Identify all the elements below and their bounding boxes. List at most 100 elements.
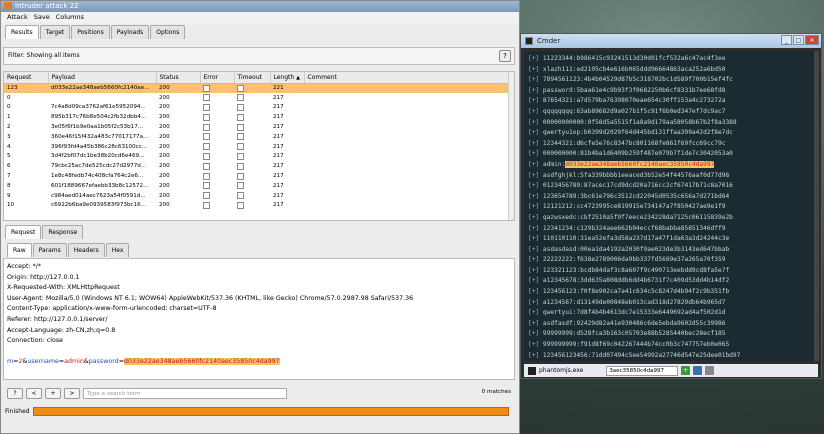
intruder-window: Intruder attack 22 Attack Save Columns R… [0, 0, 520, 434]
cell-request: 0 [7, 94, 11, 101]
col-length[interactable]: Length ▲ [270, 72, 305, 84]
col-timeout[interactable]: Timeout [234, 72, 271, 84]
close-icon[interactable]: ✕ [805, 35, 819, 45]
cell-error [200, 201, 234, 211]
menu-icon[interactable] [693, 366, 703, 375]
console-line: [+] 7894561123:4b4b04529d87b5c318702bc1d… [528, 75, 810, 86]
tab-response[interactable]: Response [42, 225, 84, 239]
console-line: [+] 000000000:81b4ba1d6409b259f487e079b7… [528, 149, 810, 160]
console-line: [+] 00000000000:0f58d5a5515f1a8a9d179aa5… [528, 118, 810, 129]
table-row[interactable]: 0 200 217 [4, 93, 514, 103]
filter-bar[interactable]: Filter: Showing all items ? [3, 47, 515, 65]
table-row[interactable]: 10 c6922b6ba9e0939583f973bc16... 200 217 [4, 201, 514, 211]
cell-length: 217 [273, 192, 284, 199]
tab-params[interactable]: Params [32, 243, 67, 257]
table-row[interactable]: 123 d033e22ae348aeb5660fc2140ae... 200 221 [4, 83, 514, 93]
reqresp-tabs: Request Response [5, 225, 84, 239]
tab-request[interactable]: Request [5, 225, 42, 239]
cell-request: 8 [7, 182, 11, 189]
console-line: [+] 123456123456:71dd07494c5ee54992a2774… [528, 351, 810, 361]
tab-raw[interactable]: Raw [7, 243, 32, 257]
match-count: 0 matches [481, 389, 511, 395]
tab-headers[interactable]: Headers [67, 243, 105, 257]
cell-timeout [234, 191, 270, 201]
console-line: [+] 22222222:f638e2789006da9bb337fd5689e… [528, 255, 810, 266]
credential-entry: asdfasdf:92429d82a41e930486c6de5ebda9602… [542, 319, 726, 327]
cell-error [200, 191, 234, 201]
new-tab-icon[interactable]: + [681, 366, 691, 375]
cell-length: 217 [273, 173, 284, 180]
credential-entry: qwertyui:7d8f4b4b4613dc7e15333e6449692ad… [542, 309, 726, 317]
tab-hex[interactable]: Hex [105, 243, 130, 257]
table-row[interactable]: 2 3e05f6f1b9e0aa1b05f2c53b17... 200 217 [4, 122, 514, 132]
cmder-logo-icon [525, 37, 533, 45]
request-editor[interactable]: Accept: */* Origin: http://127.0.0.1 X-R… [3, 258, 515, 380]
table-row[interactable]: 0 7c4a8d09ca3762af61e5952094... 200 217 [4, 103, 514, 113]
checkbox [237, 152, 244, 160]
prompt-marker: [+] [528, 266, 540, 274]
cell-comment [304, 201, 514, 211]
table-row[interactable]: 5 3d4f2bf07dc1be38b20cd6e469... 200 217 [4, 152, 514, 162]
col-status[interactable]: Status [156, 72, 201, 84]
tab-target[interactable]: Target [39, 25, 71, 39]
match-highlight: d033e22ae348aeb5660fc2140aec35850c4da997 [565, 160, 715, 168]
col-error[interactable]: Error [200, 72, 235, 84]
help-icon[interactable]: ? [499, 50, 511, 62]
menu-attack[interactable]: Attack [7, 12, 28, 23]
results-table: Request Payload Status Error Timeout Len… [3, 71, 515, 221]
console-output[interactable]: [+] 11223344:b986415c93241513d30d01fcf53… [524, 51, 814, 361]
add-button[interactable]: + [45, 387, 61, 399]
cell-status: 200 [159, 104, 170, 111]
table-row[interactable]: 8 601f1889667efaebb33b8c12572... 200 217 [4, 181, 514, 191]
table-row[interactable]: 3 360e46f15f432a483c77017177a... 200 217 [4, 132, 514, 142]
credential-entry: 22222222:f638e2789006da9bb337fd5689e37a2… [542, 256, 726, 264]
header-line: Referer: http://127.0.0.1/server/ [7, 315, 108, 323]
cell-timeout [234, 83, 270, 93]
table-row[interactable]: 9 c984aed014aec7623a54f0591d... 200 217 [4, 191, 514, 201]
tab-options[interactable]: Options [150, 25, 186, 39]
console-line: [+] asdasdasd:00ea1da4192a2030f9ae023de3… [528, 245, 810, 256]
tab-positions[interactable]: Positions [71, 25, 110, 39]
prev-button[interactable]: < [26, 387, 42, 399]
cell-timeout [234, 161, 270, 171]
cell-status: 200 [159, 94, 170, 101]
minimize-icon[interactable]: _ [781, 35, 792, 45]
cell-timeout [234, 93, 270, 103]
search-input[interactable]: Type a search term [83, 387, 287, 399]
cell-status: 200 [159, 124, 170, 131]
tab-results[interactable]: Results [5, 25, 39, 39]
settings-icon[interactable] [705, 366, 715, 375]
maximize-icon[interactable]: □ [793, 35, 804, 45]
console-line: [+] 0123456789:87acec17cd9dcd20a716cc2cf… [528, 181, 810, 192]
prompt-marker: [+] [528, 288, 540, 296]
credential-entry: a12345678:3dd635a808ddb6dd4b6731f7c409d5… [542, 277, 730, 285]
cell-payload: 79cbc25ac7de525cdc27d2977d... [51, 163, 147, 170]
cell-comment [304, 122, 514, 132]
cell-length: 217 [273, 124, 284, 131]
tab-payloads[interactable]: Payloads [110, 25, 150, 39]
menu-save[interactable]: Save [34, 12, 50, 23]
prompt-marker: [+] [528, 171, 540, 179]
cell-request: 7 [7, 173, 11, 180]
checkbox [203, 182, 210, 190]
cell-timeout [234, 103, 270, 113]
col-comment[interactable]: Comment [304, 72, 514, 84]
table-row[interactable]: 6 79cbc25ac7de525cdc27d2977d... 200 217 [4, 161, 514, 171]
table-row[interactable]: 4 396f93fd4a45b386c28c63100cc... 200 217 [4, 142, 514, 152]
col-payload[interactable]: Payload [48, 72, 157, 84]
prompt-marker: [+] [528, 139, 540, 147]
next-button[interactable]: > [64, 387, 80, 399]
console-search-input[interactable]: 3aec35850c4da997 [606, 365, 679, 376]
task-label[interactable]: phantomjs.exe [539, 367, 583, 374]
checkbox [237, 103, 244, 111]
cell-comment [304, 191, 514, 201]
help-button[interactable]: ? [7, 387, 23, 399]
table-row[interactable]: 7 1e8c48fedb74c408cfa764c2e6... 200 217 [4, 171, 514, 181]
col-request[interactable]: Request [4, 72, 49, 84]
cmder-status-bar: phantomjs.exe 3aec35850c4da997 + [524, 364, 818, 377]
console-line: [+] 12341234:c129b324aee662b04eccf68babb… [528, 224, 810, 235]
table-row[interactable]: 1 895b317c76b8e504c2fb32dbb4... 200 217 [4, 112, 514, 122]
console-scrollbar[interactable] [814, 51, 819, 361]
menu-columns[interactable]: Columns [56, 12, 84, 23]
results-scrollbar[interactable] [508, 72, 514, 220]
